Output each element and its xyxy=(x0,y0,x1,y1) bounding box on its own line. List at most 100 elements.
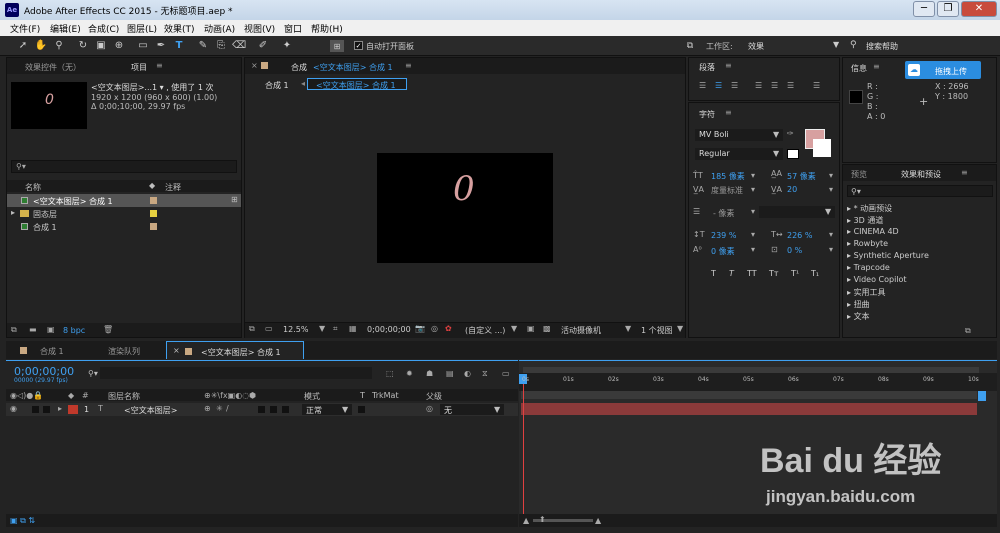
leading-dropdown-icon[interactable]: ▾ xyxy=(829,171,833,180)
type-tool-icon[interactable]: T xyxy=(172,39,186,53)
effect-category[interactable]: ▸ Video Copilot xyxy=(847,275,907,284)
breadcrumb-comp-1[interactable]: 合成 1 xyxy=(265,80,289,91)
switch-box[interactable] xyxy=(282,406,289,413)
faux-bold-icon[interactable]: T xyxy=(711,269,716,278)
col-layer-name[interactable]: 图层名称 xyxy=(108,391,140,402)
menu-help[interactable]: 帮助(H) xyxy=(311,22,343,35)
hscale-dropdown-icon[interactable]: ▾ xyxy=(829,230,833,239)
layer-mode-select[interactable]: 正常 ▼ xyxy=(302,404,352,415)
effect-category[interactable]: ▸ 扭曲 xyxy=(847,299,870,310)
upload-button[interactable]: ☁ 拖拽上传 xyxy=(905,61,981,79)
subscript-icon[interactable]: T₁ xyxy=(811,269,819,278)
new-preset-icon[interactable]: ⧉ xyxy=(965,326,971,336)
effect-category[interactable]: ▸ CINEMA 4D xyxy=(847,227,899,236)
tracking-value[interactable]: 20 xyxy=(787,185,797,194)
align-right-icon[interactable]: ☰ xyxy=(731,81,738,90)
col-note-header[interactable]: 注释 xyxy=(165,182,181,193)
comp-canvas[interactable]: 0 xyxy=(377,153,553,263)
justify-all-icon[interactable]: ☰ xyxy=(813,81,820,90)
font-size-value[interactable]: 185 像素 xyxy=(711,171,745,182)
effect-category[interactable]: ▸ 实用工具 xyxy=(847,287,886,298)
rectangle-tool-icon[interactable]: ▭ xyxy=(136,39,150,53)
workspace-menu-icon[interactable]: ⧉ xyxy=(683,39,697,53)
viewer-tab-label[interactable]: 合成 xyxy=(291,62,307,73)
tab-project[interactable]: 项目 xyxy=(131,62,147,73)
auto-open-checkbox[interactable]: ✓ xyxy=(354,41,363,50)
draft-3d-icon[interactable]: ✹ xyxy=(406,369,413,378)
effect-category[interactable]: ▸ Synthetic Aperture xyxy=(847,251,929,260)
zoom-dropdown-icon[interactable]: ▼ xyxy=(319,324,325,333)
monitor-icon[interactable]: ▭ xyxy=(265,324,273,333)
views-dropdown-icon[interactable]: ▼ xyxy=(677,324,683,333)
trash-icon[interactable]: 🗑 xyxy=(103,325,113,334)
col-t[interactable]: T xyxy=(360,391,365,400)
tsume-value[interactable]: 0 % xyxy=(787,246,802,255)
zoom-tool-icon[interactable]: ⚲ xyxy=(52,39,66,53)
views-dropdown[interactable]: 1 个视图 xyxy=(641,325,673,336)
justify-center-icon[interactable]: ☰ xyxy=(771,81,778,90)
layer-name[interactable]: <空文本图层> xyxy=(124,405,177,416)
tab-effect-controls[interactable]: 效果控件（无） xyxy=(25,62,81,73)
menu-edit[interactable]: 编辑(E) xyxy=(50,22,81,35)
eraser-tool-icon[interactable]: ⌫ xyxy=(232,39,246,53)
collapse-switch-icon[interactable]: ✳ xyxy=(216,404,223,413)
brush-tool-icon[interactable]: ✎ xyxy=(196,39,210,53)
timeline-tab-render-queue[interactable]: 渲染队列 xyxy=(108,346,140,357)
puppet-pin-tool-icon[interactable]: ✦ xyxy=(280,39,294,53)
expand-pane-icon[interactable]: ▣ ⧉ ⇅ xyxy=(10,516,35,526)
layer-duration-bar[interactable] xyxy=(521,403,977,415)
new-comp-icon[interactable]: ▣ xyxy=(47,325,55,334)
roto-brush-tool-icon[interactable]: ✐ xyxy=(256,39,270,53)
character-title[interactable]: 字符 xyxy=(699,109,715,120)
timeline-tab-comp1[interactable]: 合成 1 xyxy=(40,346,64,357)
vertical-scale-value[interactable]: 239 % xyxy=(711,231,736,240)
close-tab-icon[interactable]: × xyxy=(251,61,258,70)
zoom-level[interactable]: 12.5% xyxy=(283,325,308,334)
zoom-slider-handle[interactable]: ⬆ xyxy=(539,515,546,524)
menu-layer[interactable]: 图层(L) xyxy=(127,22,157,35)
panel-menu-icon[interactable]: ≡ xyxy=(873,62,880,71)
justify-right-icon[interactable]: ☰ xyxy=(787,81,794,90)
viewer-tab-comp[interactable]: <空文本图层> 合成 1 xyxy=(313,62,393,73)
viewer-timecode[interactable]: 0;00;00;00 xyxy=(367,325,411,334)
faux-italic-icon[interactable]: T xyxy=(729,269,734,278)
timeline-layer-row[interactable]: ◉ ▸ 1 T <空文本图层> ⊕ ✳ / 正常 ▼ ◎ 无 ▼ xyxy=(6,403,518,416)
panel-menu-icon[interactable]: ≡ xyxy=(725,108,732,117)
stroke-color-swatch[interactable] xyxy=(813,139,831,157)
pen-tool-icon[interactable]: ✒ xyxy=(154,39,168,53)
align-center-icon[interactable]: ☰ xyxy=(715,81,722,90)
bpc-button[interactable]: 8 bpc xyxy=(63,326,85,335)
menu-view[interactable]: 视图(V) xyxy=(244,22,275,35)
show-snapshot-icon[interactable]: ◎ xyxy=(431,324,438,333)
white-swatch[interactable] xyxy=(787,149,799,159)
parent-select[interactable]: 无 ▼ xyxy=(440,404,504,415)
justify-left-icon[interactable]: ☰ xyxy=(755,81,762,90)
clone-stamp-tool-icon[interactable]: ⎘ xyxy=(214,39,228,53)
pan-behind-tool-icon[interactable]: ⊕ xyxy=(112,39,126,53)
horizontal-scale-value[interactable]: 226 % xyxy=(787,231,812,240)
preserve-transparency-toggle[interactable] xyxy=(358,406,365,413)
workspace-icon[interactable]: ⊞ xyxy=(330,40,344,52)
font-family-select[interactable]: MV Boli ▼ xyxy=(695,129,783,141)
hand-tool-icon[interactable]: ✋ xyxy=(34,39,48,53)
effect-category[interactable]: ▸ Trapcode xyxy=(847,263,890,272)
paragraph-title[interactable]: 段落 xyxy=(699,62,715,73)
region-icon[interactable]: ▣ xyxy=(527,324,535,333)
project-search-input[interactable]: ⚲▾ xyxy=(11,160,237,173)
shy-switch-icon[interactable]: ⊕ xyxy=(204,404,211,413)
audio-toggle[interactable] xyxy=(32,406,39,413)
all-caps-icon[interactable]: TT xyxy=(747,269,757,278)
col-parent[interactable]: 父级 xyxy=(426,391,442,402)
zoom-out-icon[interactable]: ▲ xyxy=(523,516,529,525)
camera-tool-icon[interactable]: ▣ xyxy=(94,39,108,53)
frame-blending-icon[interactable]: ▤ xyxy=(446,369,454,378)
new-folder-icon[interactable]: ▬ xyxy=(29,325,37,334)
quality-switch-icon[interactable]: / xyxy=(226,404,229,413)
snapshot-icon[interactable]: 📷 xyxy=(415,324,425,333)
project-row[interactable]: ▸ 固态层 xyxy=(7,207,241,220)
panel-menu-icon[interactable]: ≡ xyxy=(961,168,968,177)
vscale-dropdown-icon[interactable]: ▾ xyxy=(751,230,755,239)
panel-menu-icon[interactable]: ≡ xyxy=(405,61,412,70)
switch-box[interactable] xyxy=(270,406,277,413)
canvas-text-layer[interactable]: 0 xyxy=(453,169,475,209)
